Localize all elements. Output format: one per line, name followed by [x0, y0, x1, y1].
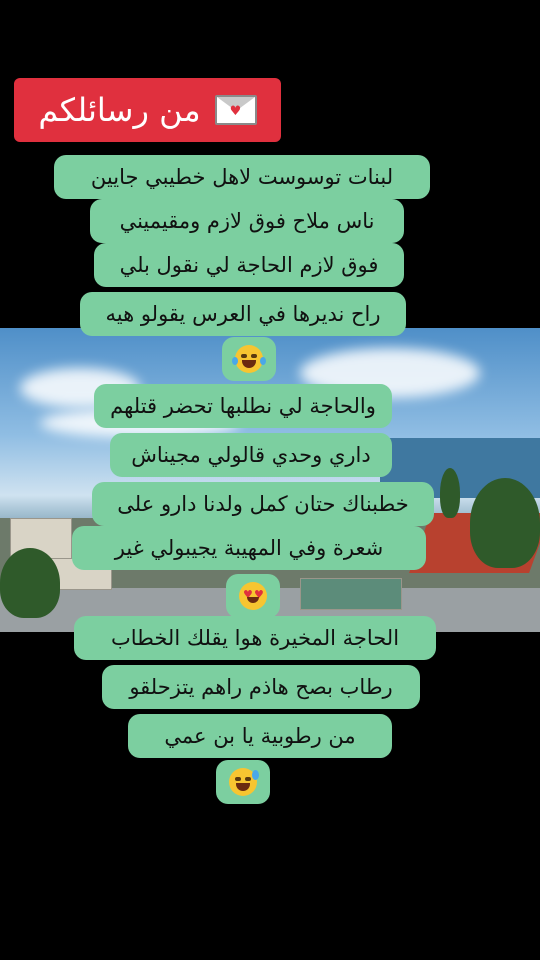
message-line: والحاجة لي نطلبها تحضر قتلهم — [94, 384, 392, 428]
love-letter-icon: ♥ — [214, 95, 257, 125]
message-line: شعرة وفي المهيبة يجيبولي غير — [72, 526, 426, 570]
emoji-bubble: ♥ ♥ — [226, 574, 280, 618]
sweat-smile-emoji — [229, 768, 259, 796]
message-line: الحاجة المخيرة هوا يقلك الخطاب — [74, 616, 436, 660]
message-line: راح نديرها في العرس يقولو هيه — [80, 292, 406, 336]
heart-eyes-emoji: ♥ ♥ — [239, 582, 267, 610]
message-line: خطبناك حتان كمل ولدنا دارو على — [92, 482, 434, 526]
message-line: ناس ملاح فوق لازم ومقيميني — [90, 199, 404, 243]
message-line: فوق لازم الحاجة لي نقول بلي — [94, 243, 404, 287]
message-line: رطاب بصح هاذم راهم يتزحلقو — [102, 665, 420, 709]
header-title: من رسائلكم — [38, 91, 201, 129]
header-banner: من رسائلكم ♥ — [14, 78, 281, 142]
message-line: لبنات توسوست لاهل خطيبي جايين — [54, 155, 430, 199]
message-line: من رطوبية يا بن عمي — [128, 714, 392, 758]
emoji-bubble — [222, 337, 276, 381]
emoji-bubble — [216, 760, 270, 804]
laughing-tears-emoji — [232, 345, 266, 373]
message-line: داري وحدي قالولي مجيناش — [110, 433, 392, 477]
